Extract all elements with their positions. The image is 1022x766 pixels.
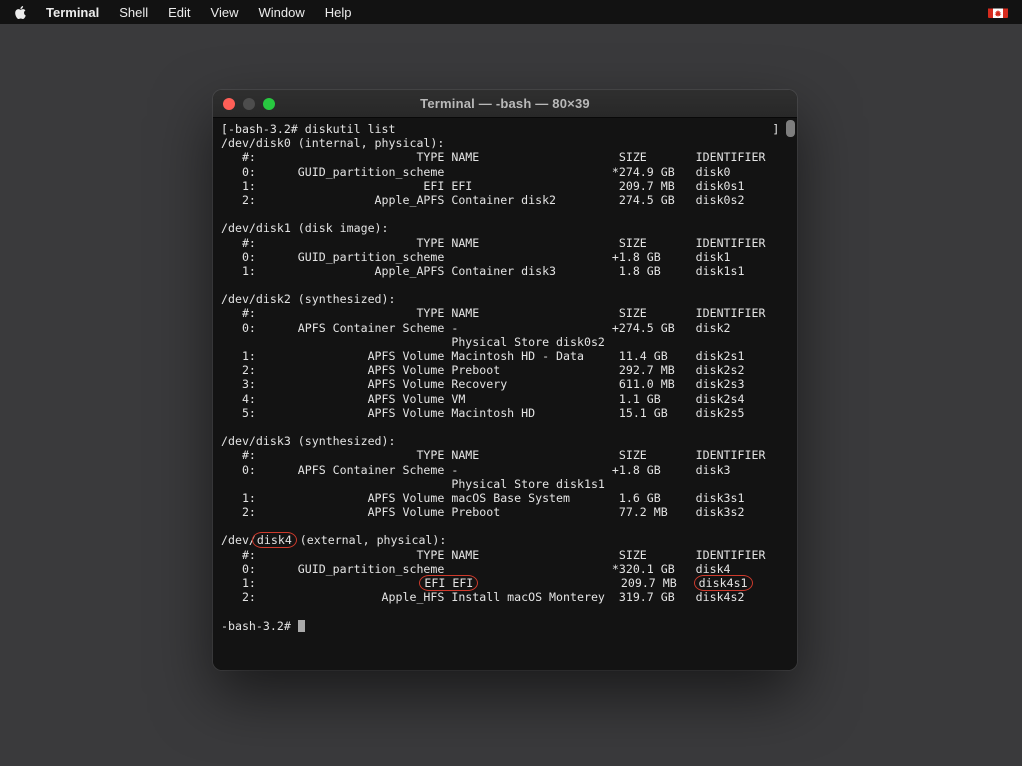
terminal-line: 2: Apple_APFS Container disk2 274.5 GB d… xyxy=(221,193,797,207)
terminal-text: Physical Store disk0s2 xyxy=(221,335,605,349)
terminal-text: /dev/ xyxy=(221,533,256,547)
terminal-text: 4: APFS Volume VM 1.1 GB disk2s4 xyxy=(221,392,745,406)
terminal-line: 1: APFS Volume Macintosh HD - Data 11.4 … xyxy=(221,349,797,363)
terminal-line: 3: APFS Volume Recovery 611.0 MB disk2s3 xyxy=(221,377,797,391)
terminal-line: 2: APFS Volume Preboot 292.7 MB disk2s2 xyxy=(221,363,797,377)
terminal-line: 1: Apple_APFS Container disk3 1.8 GB dis… xyxy=(221,264,797,278)
menu-item-window[interactable]: Window xyxy=(259,5,305,20)
terminal-text: 2: Apple_HFS Install macOS Monterey 319.… xyxy=(221,590,745,604)
terminal-cursor xyxy=(298,620,305,632)
minimize-button[interactable] xyxy=(243,98,255,110)
terminal-text: 1: xyxy=(221,576,423,590)
terminal-line: 0: GUID_partition_scheme *320.1 GB disk4 xyxy=(221,562,797,576)
terminal-line: -bash-3.2# xyxy=(221,619,797,633)
terminal-output[interactable]: [-bash-3.2# diskutil list ]/dev/disk0 (i… xyxy=(213,118,797,670)
menu-bar-right xyxy=(988,7,1008,18)
annotation-circle: disk4 xyxy=(252,532,297,548)
terminal-line xyxy=(221,519,797,533)
apple-icon xyxy=(14,5,27,20)
terminal-line: #: TYPE NAME SIZE IDENTIFIER xyxy=(221,306,797,320)
window-title: Terminal — -bash — 80×39 xyxy=(420,96,590,111)
terminal-text: #: TYPE NAME SIZE IDENTIFIER xyxy=(221,448,765,462)
menu-bar: Terminal Shell Edit View Window Help xyxy=(0,0,1022,24)
terminal-text: -bash-3.2# xyxy=(221,619,298,633)
terminal-text: #: TYPE NAME SIZE IDENTIFIER xyxy=(221,548,765,562)
zoom-button[interactable] xyxy=(263,98,275,110)
terminal-text: (external, physical): xyxy=(293,533,447,547)
terminal-text: Physical Store disk1s1 xyxy=(221,477,605,491)
terminal-line: 2: APFS Volume Preboot 77.2 MB disk3s2 xyxy=(221,505,797,519)
terminal-text: 0: GUID_partition_scheme *320.1 GB disk4 xyxy=(221,562,731,576)
terminal-text: /dev/disk1 (disk image): xyxy=(221,221,389,235)
window-titlebar[interactable]: Terminal — -bash — 80×39 xyxy=(213,90,797,118)
terminal-line: /dev/disk1 (disk image): xyxy=(221,221,797,235)
input-language-flag-icon[interactable] xyxy=(988,7,1008,18)
scrollbar[interactable] xyxy=(784,119,796,668)
terminal-line: Physical Store disk1s1 xyxy=(221,477,797,491)
terminal-text: /dev/disk2 (synthesized): xyxy=(221,292,396,306)
menu-item-edit[interactable]: Edit xyxy=(168,5,190,20)
terminal-line xyxy=(221,207,797,221)
terminal-text: #: TYPE NAME SIZE IDENTIFIER xyxy=(221,150,765,164)
terminal-text: 0: GUID_partition_scheme *274.9 GB disk0 xyxy=(221,165,731,179)
terminal-text: #: TYPE NAME SIZE IDENTIFIER xyxy=(221,306,765,320)
terminal-text: 1: Apple_APFS Container disk3 1.8 GB dis… xyxy=(221,264,745,278)
terminal-line: #: TYPE NAME SIZE IDENTIFIER xyxy=(221,448,797,462)
terminal-line: /dev/disk4 (external, physical): xyxy=(221,533,797,547)
terminal-text: 2: Apple_APFS Container disk2 274.5 GB d… xyxy=(221,193,745,207)
terminal-line: #: TYPE NAME SIZE IDENTIFIER xyxy=(221,548,797,562)
menu-item-help[interactable]: Help xyxy=(325,5,352,20)
traffic-lights xyxy=(223,90,275,117)
terminal-line: Physical Store disk0s2 xyxy=(221,335,797,349)
menu-items: Shell Edit View Window Help xyxy=(119,5,371,20)
terminal-text: 1: APFS Volume Macintosh HD - Data 11.4 … xyxy=(221,349,745,363)
terminal-line: 0: APFS Container Scheme - +1.8 GB disk3 xyxy=(221,463,797,477)
terminal-line: /dev/disk3 (synthesized): xyxy=(221,434,797,448)
annotation-circle: disk4s1 xyxy=(694,575,753,591)
terminal-line: 5: APFS Volume Macintosh HD 15.1 GB disk… xyxy=(221,406,797,420)
terminal-line xyxy=(221,604,797,618)
terminal-text: /dev/disk3 (synthesized): xyxy=(221,434,396,448)
terminal-text: 209.7 MB xyxy=(474,576,697,590)
terminal-line: 1: APFS Volume macOS Base System 1.6 GB … xyxy=(221,491,797,505)
terminal-line: 0: GUID_partition_scheme +1.8 GB disk1 xyxy=(221,250,797,264)
terminal-text: 0: GUID_partition_scheme +1.8 GB disk1 xyxy=(221,250,731,264)
apple-menu[interactable] xyxy=(14,4,29,20)
terminal-line: 0: GUID_partition_scheme *274.9 GB disk0 xyxy=(221,165,797,179)
terminal-line: /dev/disk0 (internal, physical): xyxy=(221,136,797,150)
close-button[interactable] xyxy=(223,98,235,110)
menu-item-shell[interactable]: Shell xyxy=(119,5,148,20)
terminal-line: 4: APFS Volume VM 1.1 GB disk2s4 xyxy=(221,392,797,406)
terminal-line: 2: Apple_HFS Install macOS Monterey 319.… xyxy=(221,590,797,604)
terminal-line: 1: EFI EFI 209.7 MB disk4s1 xyxy=(221,576,797,590)
menu-item-view[interactable]: View xyxy=(211,5,239,20)
terminal-line: #: TYPE NAME SIZE IDENTIFIER xyxy=(221,150,797,164)
terminal-line: 1: EFI EFI 209.7 MB disk0s1 xyxy=(221,179,797,193)
scrollbar-thumb[interactable] xyxy=(786,120,795,137)
terminal-text: 2: APFS Volume Preboot 77.2 MB disk3s2 xyxy=(221,505,745,519)
terminal-text: 1: APFS Volume macOS Base System 1.6 GB … xyxy=(221,491,745,505)
terminal-text: #: TYPE NAME SIZE IDENTIFIER xyxy=(221,236,765,250)
terminal-text: 0: APFS Container Scheme - +274.5 GB dis… xyxy=(221,321,731,335)
annotation-circle: EFI EFI xyxy=(419,575,478,591)
terminal-text: 3: APFS Volume Recovery 611.0 MB disk2s3 xyxy=(221,377,745,391)
terminal-line: #: TYPE NAME SIZE IDENTIFIER xyxy=(221,236,797,250)
terminal-line: [-bash-3.2# diskutil list ] xyxy=(221,122,797,136)
terminal-text: [-bash-3.2# diskutil list ] xyxy=(221,122,779,136)
terminal-text: 1: EFI EFI 209.7 MB disk0s1 xyxy=(221,179,745,193)
terminal-line: 0: APFS Container Scheme - +274.5 GB dis… xyxy=(221,321,797,335)
terminal-window: Terminal — -bash — 80×39 [-bash-3.2# dis… xyxy=(213,90,797,670)
terminal-text: /dev/disk0 (internal, physical): xyxy=(221,136,444,150)
menu-app-name[interactable]: Terminal xyxy=(46,5,99,20)
terminal-text: 5: APFS Volume Macintosh HD 15.1 GB disk… xyxy=(221,406,745,420)
terminal-line: /dev/disk2 (synthesized): xyxy=(221,292,797,306)
terminal-line xyxy=(221,278,797,292)
terminal-text: 2: APFS Volume Preboot 292.7 MB disk2s2 xyxy=(221,363,745,377)
terminal-text: 0: APFS Container Scheme - +1.8 GB disk3 xyxy=(221,463,731,477)
terminal-line xyxy=(221,420,797,434)
